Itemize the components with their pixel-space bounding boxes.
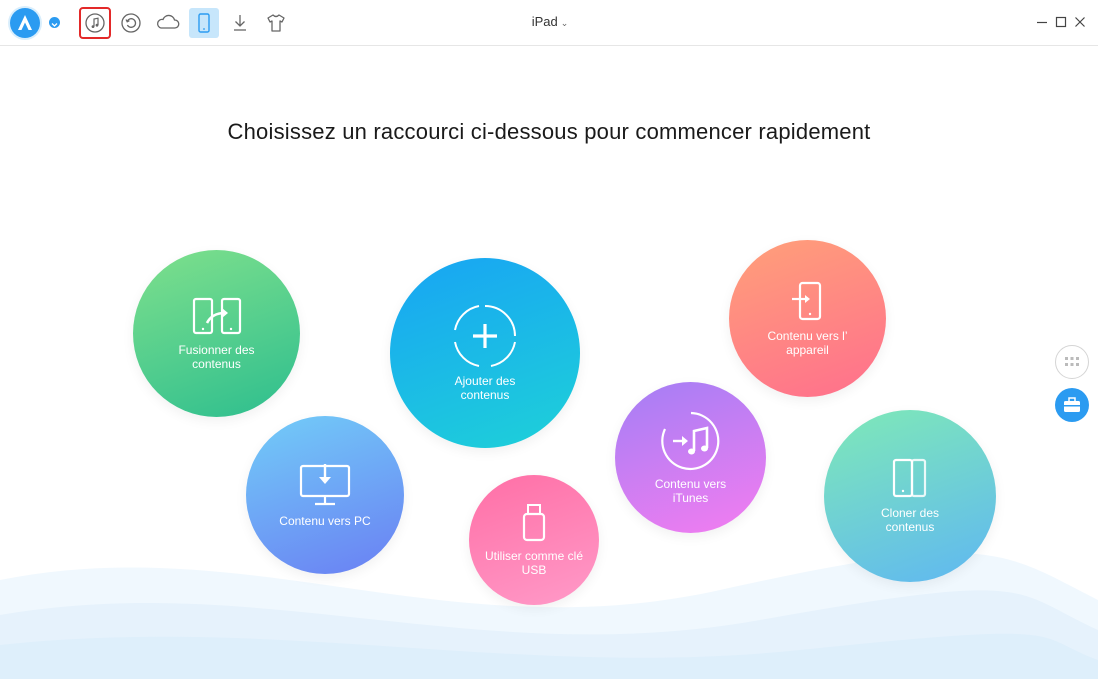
itunes-icon: [660, 411, 719, 470]
title-bar: iPad ⌄: [0, 0, 1098, 46]
close-button[interactable]: [1071, 13, 1089, 31]
restore-button[interactable]: [116, 8, 146, 38]
device-button[interactable]: [189, 8, 219, 38]
monitor-icon: [299, 464, 351, 506]
shortcut-to-itunes[interactable]: Contenu vers iTunes: [615, 382, 766, 533]
cloud-button[interactable]: [153, 8, 183, 38]
toolbox-button[interactable]: [1055, 388, 1089, 422]
shortcut-usb[interactable]: Utiliser comme clé USB: [469, 475, 599, 605]
device-selector[interactable]: iPad ⌄: [510, 14, 590, 29]
download-button[interactable]: [225, 8, 255, 38]
chevron-down-icon[interactable]: [49, 17, 60, 28]
phone-icon: [198, 13, 210, 33]
shortcut-to-pc[interactable]: Contenu vers PC: [246, 416, 404, 574]
music-note-icon: [85, 13, 105, 33]
close-icon: [1075, 17, 1085, 27]
shortcut-add[interactable]: Ajouter des contenus: [390, 258, 580, 448]
shortcut-label: Utiliser comme clé USB: [484, 549, 583, 577]
theme-button[interactable]: [261, 8, 291, 38]
minimize-button[interactable]: [1033, 13, 1051, 31]
shirt-icon: [267, 14, 285, 32]
maximize-button[interactable]: [1052, 13, 1070, 31]
grid-view-button[interactable]: [1055, 345, 1089, 379]
page-title: Choisissez un raccourci ci-dessous pour …: [227, 119, 871, 144]
shortcut-label: Ajouter des contenus: [454, 374, 516, 402]
toolbox-icon: [1064, 397, 1080, 412]
app-logo[interactable]: [10, 8, 40, 38]
shortcut-clone[interactable]: Cloner des contenus: [824, 410, 996, 582]
usb-icon: [522, 504, 546, 542]
minimize-icon: [1037, 21, 1047, 24]
shortcut-label: Contenu vers iTunes: [654, 476, 727, 505]
maximize-icon: [1055, 16, 1067, 28]
grid-icon: [1065, 357, 1079, 366]
music-button[interactable]: [79, 7, 111, 39]
shortcut-label: Fusionner des contenus: [178, 342, 255, 371]
download-icon: [234, 15, 246, 31]
device-name: iPad: [531, 14, 558, 29]
shortcut-label: Contenu vers l’ appareil: [767, 328, 848, 357]
to-device-icon: [791, 281, 821, 320]
restore-icon: [121, 13, 141, 33]
shortcut-label: Contenu vers PC: [279, 514, 371, 528]
cloud-icon: [157, 14, 180, 29]
clone-icon: [892, 458, 927, 498]
merge-icon: [192, 297, 241, 334]
shortcut-merge[interactable]: Fusionner des contenus: [133, 250, 300, 417]
chevron-down-icon: ⌄: [560, 18, 569, 28]
shortcut-label: Cloner des contenus: [880, 506, 940, 534]
logo-icon: [18, 15, 32, 30]
plus-icon: [454, 305, 516, 367]
shortcut-to-device[interactable]: Contenu vers l’ appareil: [729, 240, 886, 397]
